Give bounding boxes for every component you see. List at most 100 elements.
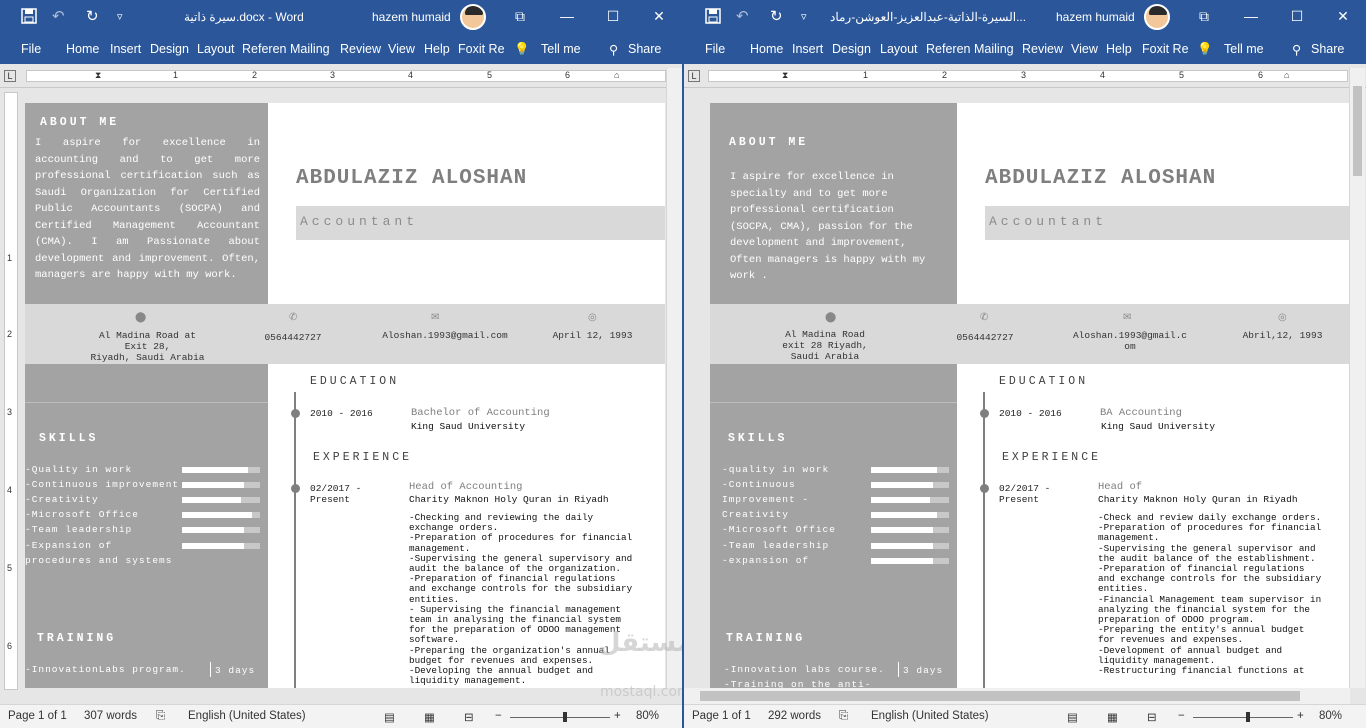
- print-layout-icon[interactable]: ▦: [1107, 710, 1118, 724]
- tell-me-box[interactable]: Tell me: [1224, 42, 1264, 56]
- maximize-icon[interactable]: ☐: [598, 7, 628, 25]
- tab-home[interactable]: Home: [750, 42, 783, 56]
- experience-bullets[interactable]: -Check and review daily exchange orders.…: [1098, 512, 1350, 676]
- word-count[interactable]: 292 words: [768, 710, 821, 722]
- minimize-icon[interactable]: —: [1236, 7, 1266, 25]
- zoom-slider[interactable]: [510, 717, 610, 718]
- tab-mailings[interactable]: Mailing: [290, 42, 330, 56]
- skill-label[interactable]: -Microsoft Office: [25, 509, 139, 520]
- skill-label[interactable]: procedures and systems: [25, 555, 172, 566]
- undo-icon[interactable]: ↶: [52, 8, 65, 26]
- vertical-scrollbar[interactable]: [1349, 68, 1365, 688]
- ruler-marker[interactable]: ⧗: [782, 70, 788, 81]
- ribbon-display-icon[interactable]: ⧉: [1189, 7, 1219, 25]
- tab-foxit[interactable]: Foxit Re: [458, 42, 505, 56]
- cv-name[interactable]: ABDULAZIZ ALOSHAN: [296, 167, 527, 190]
- skill-label[interactable]: -expansion of: [722, 555, 809, 566]
- avatar[interactable]: [1144, 4, 1170, 30]
- scroll-thumb[interactable]: [1353, 86, 1362, 176]
- tab-foxit[interactable]: Foxit Re: [1142, 42, 1189, 56]
- tab-mailings[interactable]: Mailing: [974, 42, 1014, 56]
- zoom-out-icon[interactable]: −: [495, 710, 502, 722]
- experience-title[interactable]: Head of: [1098, 481, 1142, 493]
- read-mode-icon[interactable]: ▤: [1067, 710, 1078, 724]
- vertical-scrollbar[interactable]: [666, 68, 682, 688]
- about-text[interactable]: I aspire for excellence in accounting an…: [35, 135, 260, 284]
- zoom-level[interactable]: 80%: [636, 710, 659, 722]
- web-layout-icon[interactable]: ⊟: [1147, 710, 1157, 724]
- close-icon[interactable]: ✕: [1328, 7, 1358, 25]
- document-page[interactable]: ABOUT ME I aspire for excellence in spec…: [710, 103, 1350, 688]
- education-school[interactable]: King Saud University: [1101, 421, 1215, 432]
- page-count[interactable]: Page 1 of 1: [692, 710, 751, 722]
- scroll-thumb[interactable]: [700, 691, 1300, 701]
- tab-layout[interactable]: Layout: [880, 42, 918, 56]
- proofing-icon[interactable]: ⎘: [839, 710, 848, 723]
- chevron-down-icon[interactable]: ▿: [117, 8, 123, 26]
- tab-insert[interactable]: Insert: [110, 42, 141, 56]
- language[interactable]: English (United States): [871, 710, 989, 722]
- email[interactable]: Aloshan.1993@gmail.c om: [1065, 330, 1195, 352]
- phone[interactable]: 0564442727: [935, 332, 1035, 343]
- tab-help[interactable]: Help: [424, 42, 450, 56]
- skill-label[interactable]: -Creativity: [25, 494, 99, 505]
- horizontal-scrollbar[interactable]: [684, 688, 1350, 704]
- skill-label[interactable]: -Continuous: [722, 479, 796, 490]
- undo-icon[interactable]: ↶: [736, 8, 749, 26]
- skill-label[interactable]: -Team leadership: [722, 540, 829, 551]
- tell-me-box[interactable]: Tell me: [541, 42, 581, 56]
- document-page[interactable]: ABOUT ME I aspire for excellence in acco…: [25, 103, 665, 688]
- zoom-slider[interactable]: [1193, 717, 1293, 718]
- lightbulb-icon[interactable]: 💡: [514, 42, 530, 57]
- training-item[interactable]: -Training on the anti-: [724, 679, 871, 688]
- tab-file[interactable]: File: [21, 42, 41, 56]
- zoom-in-icon[interactable]: +: [614, 710, 621, 722]
- person-icon[interactable]: ⚲: [609, 42, 618, 57]
- education-degree[interactable]: Bachelor of Accounting: [411, 407, 550, 419]
- horizontal-ruler[interactable]: L ⧗ 1 2 3 4 5 6 ⌂: [684, 64, 1366, 88]
- skill-label[interactable]: -Microsoft Office: [722, 524, 836, 535]
- training-item[interactable]: -Innovation labs course.: [724, 664, 885, 675]
- birth-date[interactable]: Abril,12, 1993: [1230, 330, 1335, 341]
- tab-view[interactable]: View: [1071, 42, 1098, 56]
- save-icon[interactable]: [21, 8, 37, 29]
- experience-company[interactable]: Charity Maknon Holy Quran in Riyadh: [409, 494, 609, 505]
- tab-design[interactable]: Design: [150, 42, 189, 56]
- web-layout-icon[interactable]: ⊟: [464, 710, 474, 724]
- birth-date[interactable]: April 12, 1993: [540, 330, 645, 341]
- zoom-out-icon[interactable]: −: [1178, 710, 1185, 722]
- proofing-icon[interactable]: ⎘: [156, 710, 165, 723]
- cv-name[interactable]: ABDULAZIZ ALOSHAN: [985, 167, 1216, 190]
- user-name[interactable]: hazem humaid: [1056, 10, 1135, 24]
- job-title[interactable]: Accountant: [989, 214, 1107, 229]
- person-icon[interactable]: ⚲: [1292, 42, 1301, 57]
- skill-label[interactable]: -Quality in work: [25, 464, 132, 475]
- lightbulb-icon[interactable]: 💡: [1197, 42, 1213, 57]
- email[interactable]: Aloshan.1993@gmail.com: [370, 330, 520, 341]
- skill-label[interactable]: -Team leadership: [25, 524, 132, 535]
- address[interactable]: Al Madina Road exit 28 Riyadh, Saudi Ara…: [765, 329, 885, 362]
- redo-icon[interactable]: ↻: [86, 8, 99, 26]
- print-layout-icon[interactable]: ▦: [424, 710, 435, 724]
- share-button[interactable]: Share: [1311, 42, 1344, 56]
- tab-home[interactable]: Home: [66, 42, 99, 56]
- ruler-marker[interactable]: ⌂: [614, 70, 619, 80]
- tab-view[interactable]: View: [388, 42, 415, 56]
- tab-design[interactable]: Design: [832, 42, 871, 56]
- save-icon[interactable]: [705, 8, 721, 29]
- vertical-ruler[interactable]: 1 2 3 4 5 6: [4, 92, 18, 690]
- chevron-down-icon[interactable]: ▿: [801, 8, 807, 26]
- horizontal-ruler[interactable]: L ⧗ 1 2 3 4 5 6 ⌂: [0, 64, 682, 88]
- tab-references[interactable]: Referen: [926, 42, 970, 56]
- page-count[interactable]: Page 1 of 1: [8, 710, 67, 722]
- minimize-icon[interactable]: —: [552, 7, 582, 25]
- ruler-marker[interactable]: ⧗: [95, 70, 101, 81]
- address[interactable]: Al Madina Road at Exit 28, Riyadh, Saudi…: [65, 330, 230, 363]
- skill-label[interactable]: -Expansion of: [25, 540, 112, 551]
- education-degree[interactable]: BA Accounting: [1100, 407, 1182, 419]
- ribbon-display-icon[interactable]: ⧉: [505, 7, 535, 25]
- skill-label[interactable]: Improvement -: [722, 494, 809, 505]
- read-mode-icon[interactable]: ▤: [384, 710, 395, 724]
- training-item[interactable]: -InnovationLabs program.: [25, 664, 186, 675]
- tab-references[interactable]: Referen: [242, 42, 286, 56]
